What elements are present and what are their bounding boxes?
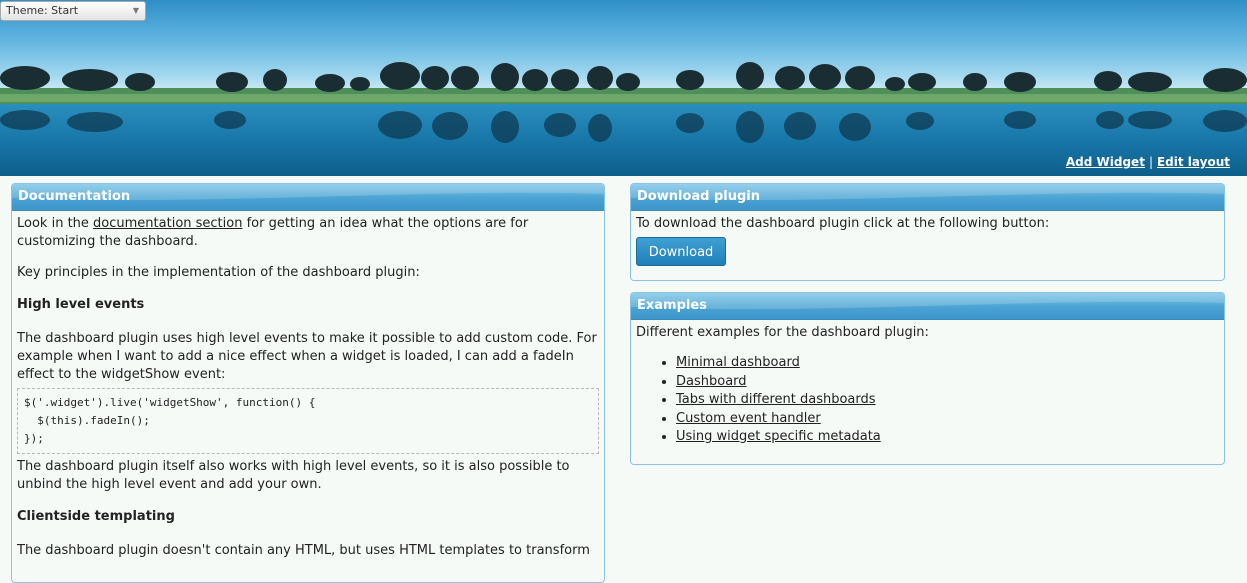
examples-widget-title: Examples (637, 298, 707, 313)
examples-widget: Examples Different examples for the dash… (630, 292, 1225, 465)
section-title-clientside-templating: Clientside templating (17, 509, 175, 524)
high-level-events-after-text: The dashboard plugin itself also works w… (17, 459, 570, 492)
header-links: Add Widget | Edit layout (1066, 155, 1230, 169)
principles-text: Key principles in the implementation of … (17, 265, 420, 280)
example-link[interactable]: Tabs with different dashboards (676, 392, 876, 407)
code-sample: $('.widget').live('widgetShow', function… (17, 388, 599, 454)
header-gloss (631, 293, 1224, 310)
documentation-section-link[interactable]: documentation section (93, 216, 242, 231)
clientside-templating-text: The dashboard plugin doesn't contain any… (17, 543, 590, 558)
high-level-events-text: The dashboard plugin uses high level eve… (17, 331, 597, 382)
lake-landscape-image (0, 62, 1247, 176)
example-link[interactable]: Dashboard (676, 374, 747, 389)
download-widget-title: Download plugin (637, 189, 761, 204)
chevron-down-icon: ▼ (132, 6, 139, 15)
download-widget: Download plugin To download the dashboar… (630, 183, 1225, 281)
download-widget-body: To download the dashboard plugin click a… (631, 211, 1224, 270)
list-item: Minimal dashboard (676, 354, 1219, 373)
list-item: Tabs with different dashboards (676, 391, 1219, 410)
theme-select[interactable]: Theme: Start ▼ (0, 1, 146, 21)
documentation-widget-header[interactable]: Documentation (12, 184, 604, 211)
documentation-widget-title: Documentation (18, 189, 131, 204)
example-link[interactable]: Minimal dashboard (676, 355, 800, 370)
theme-select-label: Theme: (6, 4, 48, 17)
theme-select-value: Start (51, 4, 79, 17)
example-link[interactable]: Custom event handler (676, 411, 821, 426)
download-button[interactable]: Download (636, 237, 726, 266)
documentation-widget: Documentation Look in the documentation … (11, 183, 605, 583)
list-item: Dashboard (676, 373, 1219, 392)
header-links-separator: | (1148, 155, 1153, 169)
intro-paragraph: Look in the documentation section for ge… (17, 215, 599, 251)
download-text: To download the dashboard plugin click a… (636, 216, 1050, 231)
examples-text: Different examples for the dashboard plu… (636, 325, 929, 340)
examples-list: Minimal dashboard Dashboard Tabs with di… (636, 354, 1219, 447)
add-widget-link[interactable]: Add Widget (1066, 155, 1145, 169)
download-widget-header[interactable]: Download plugin (631, 184, 1224, 211)
examples-widget-header[interactable]: Examples (631, 293, 1224, 320)
section-title-high-level-events: High level events (17, 297, 145, 312)
header-banner: Theme: Start ▼ Add Widget | Edit layout (0, 0, 1247, 176)
examples-widget-body: Different examples for the dashboard plu… (631, 320, 1224, 451)
documentation-widget-body: Look in the documentation section for ge… (12, 211, 604, 577)
edit-layout-link[interactable]: Edit layout (1157, 155, 1230, 169)
example-link[interactable]: Using widget specific metadata (676, 429, 881, 444)
list-item: Using widget specific metadata (676, 428, 1219, 447)
intro-prefix: Look in the (17, 216, 94, 231)
list-item: Custom event handler (676, 410, 1219, 429)
